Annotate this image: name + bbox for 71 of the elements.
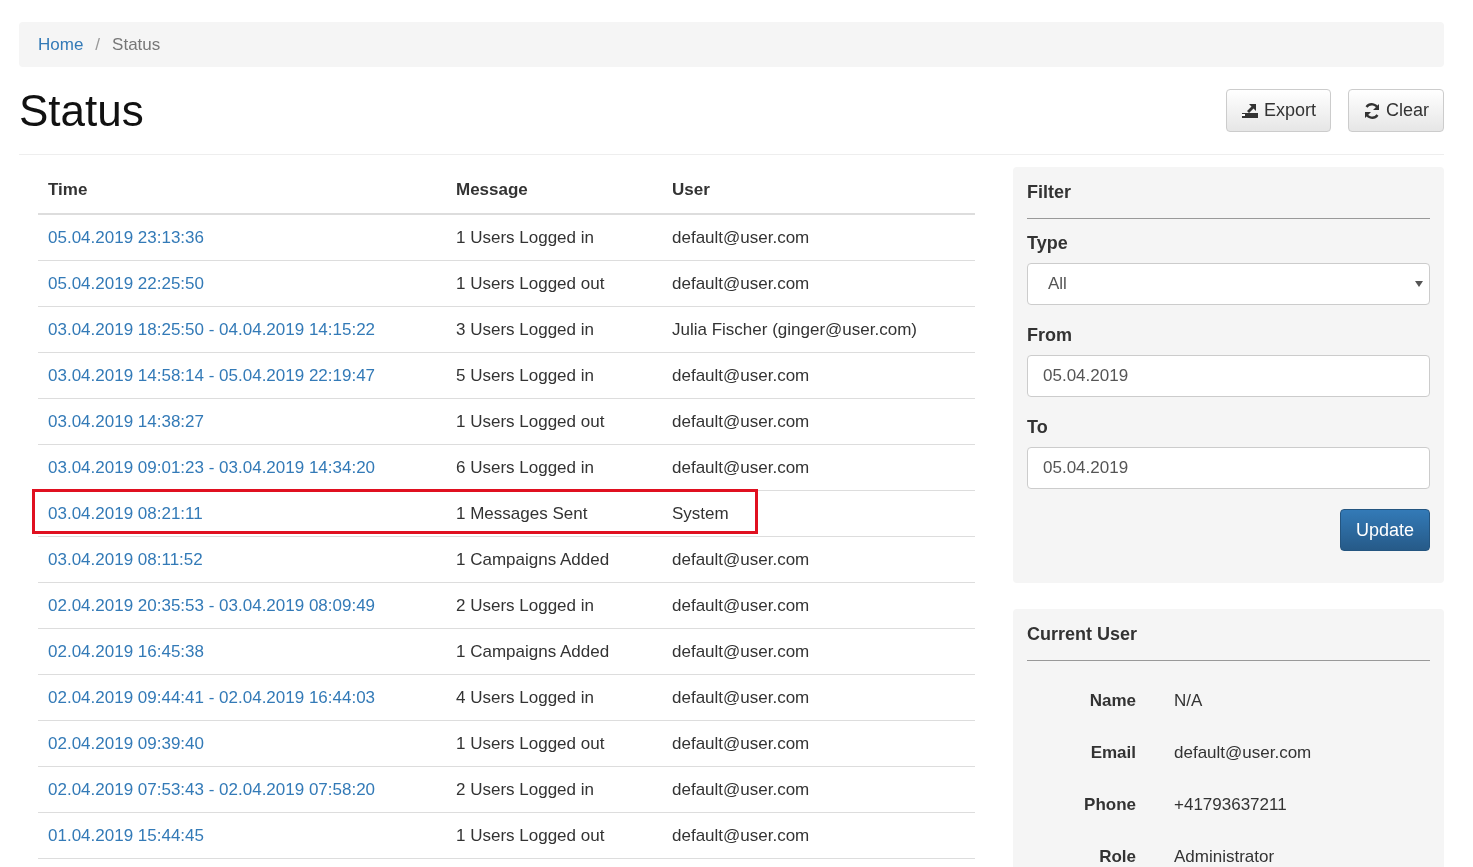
- message-text: 4 Users Logged in: [456, 687, 594, 707]
- message-text: 3 Users Logged in: [456, 319, 594, 339]
- export-button[interactable]: Export: [1225, 89, 1331, 132]
- user-text: default@user.com: [672, 779, 810, 799]
- user-text: default@user.com: [672, 365, 810, 385]
- time-link[interactable]: 03.04.2019 14:38:27: [48, 411, 204, 431]
- message-text: 6 Users Logged in: [456, 457, 594, 477]
- user-text: Julia Fischer (ginger@user.com): [672, 319, 917, 339]
- time-link[interactable]: 02.04.2019 16:45:38: [48, 641, 204, 661]
- user-text: default@user.com: [672, 595, 810, 615]
- column-header: User: [671, 180, 710, 200]
- time-link[interactable]: 03.04.2019 14:58:14 - 05.04.2019 22:19:47: [48, 365, 376, 385]
- message-text: 1 Messages Sent: [456, 503, 588, 523]
- column-header: Time: [47, 180, 89, 200]
- user-text: default@user.com: [672, 227, 810, 247]
- time-link[interactable]: 02.04.2019 09:39:40: [48, 733, 204, 753]
- field-label: Role: [1098, 847, 1136, 867]
- message-text: 1 Users Logged out: [456, 411, 605, 431]
- time-link[interactable]: 05.04.2019 23:13:36: [48, 227, 204, 247]
- field-value: Administrator: [1174, 847, 1275, 867]
- field-value: default@user.com: [1174, 743, 1312, 763]
- message-text: 1 Campaigns Added: [456, 641, 610, 661]
- time-link[interactable]: 03.04.2019 08:21:11: [48, 503, 203, 523]
- user-text: default@user.com: [672, 457, 810, 477]
- time-link[interactable]: 03.04.2019 09:01:23 - 03.04.2019 14:34:20: [48, 457, 376, 477]
- message-text: 2 Users Logged in: [456, 779, 594, 799]
- user-text: default@user.com: [672, 549, 810, 569]
- update-button[interactable]: Update: [1339, 509, 1430, 551]
- time-link[interactable]: 03.04.2019 18:25:50 - 04.04.2019 14:15:22: [48, 319, 376, 339]
- time-link[interactable]: 02.04.2019 20:35:53 - 03.04.2019 08:09:49: [48, 595, 376, 615]
- message-text: 1 Users Logged out: [456, 273, 605, 293]
- message-text: 1 Campaigns Added: [456, 549, 610, 569]
- breadcrumb-current: Status: [112, 34, 161, 55]
- field-value: N/A: [1174, 691, 1203, 711]
- type-select[interactable]: All: [1027, 263, 1430, 305]
- column-header: Message: [455, 180, 529, 200]
- panel-title: Filter: [1027, 177, 1430, 219]
- field-value: +41793637211: [1174, 795, 1287, 815]
- breadcrumb-separator: /: [95, 34, 101, 55]
- to-date-field[interactable]: 05.04.2019: [1027, 447, 1430, 489]
- time-link[interactable]: 02.04.2019 09:44:41 - 02.04.2019 16:44:03: [48, 687, 376, 707]
- field-label: To: [1027, 417, 1049, 438]
- user-text: default@user.com: [672, 273, 810, 293]
- panel-title: Current User: [1027, 619, 1430, 661]
- export-icon: [1240, 102, 1259, 119]
- refresh-icon: [1363, 101, 1381, 120]
- user-text: System: [672, 503, 729, 523]
- field-label: Phone: [1083, 795, 1136, 815]
- message-text: 5 Users Logged in: [456, 365, 594, 385]
- field-label: Name: [1088, 691, 1136, 711]
- breadcrumb-link[interactable]: Home: [38, 34, 84, 55]
- field-label: From: [1027, 325, 1073, 346]
- time-link[interactable]: 02.04.2019 07:53:43 - 02.04.2019 07:58:20: [48, 779, 376, 799]
- time-link[interactable]: 03.04.2019 08:11:52: [48, 549, 203, 569]
- caret-icon: [1415, 281, 1423, 287]
- time-link[interactable]: 01.04.2019 15:44:45: [48, 825, 204, 845]
- clear-button[interactable]: Clear: [1348, 89, 1444, 132]
- user-text: default@user.com: [672, 411, 810, 431]
- user-text: default@user.com: [672, 641, 810, 661]
- time-link[interactable]: 05.04.2019 22:25:50: [48, 273, 204, 293]
- user-text: default@user.com: [672, 733, 810, 753]
- message-text: 2 Users Logged in: [456, 595, 594, 615]
- page-title: Status: [19, 85, 144, 136]
- message-text: 1 Users Logged out: [456, 825, 605, 845]
- message-text: 1 Users Logged in: [456, 227, 594, 247]
- from-date-field[interactable]: 05.04.2019: [1027, 355, 1430, 397]
- user-text: default@user.com: [672, 687, 810, 707]
- user-text: default@user.com: [672, 825, 810, 845]
- field-label: Email: [1089, 743, 1136, 763]
- field-label: Type: [1027, 233, 1069, 254]
- message-text: 1 Users Logged out: [456, 733, 605, 753]
